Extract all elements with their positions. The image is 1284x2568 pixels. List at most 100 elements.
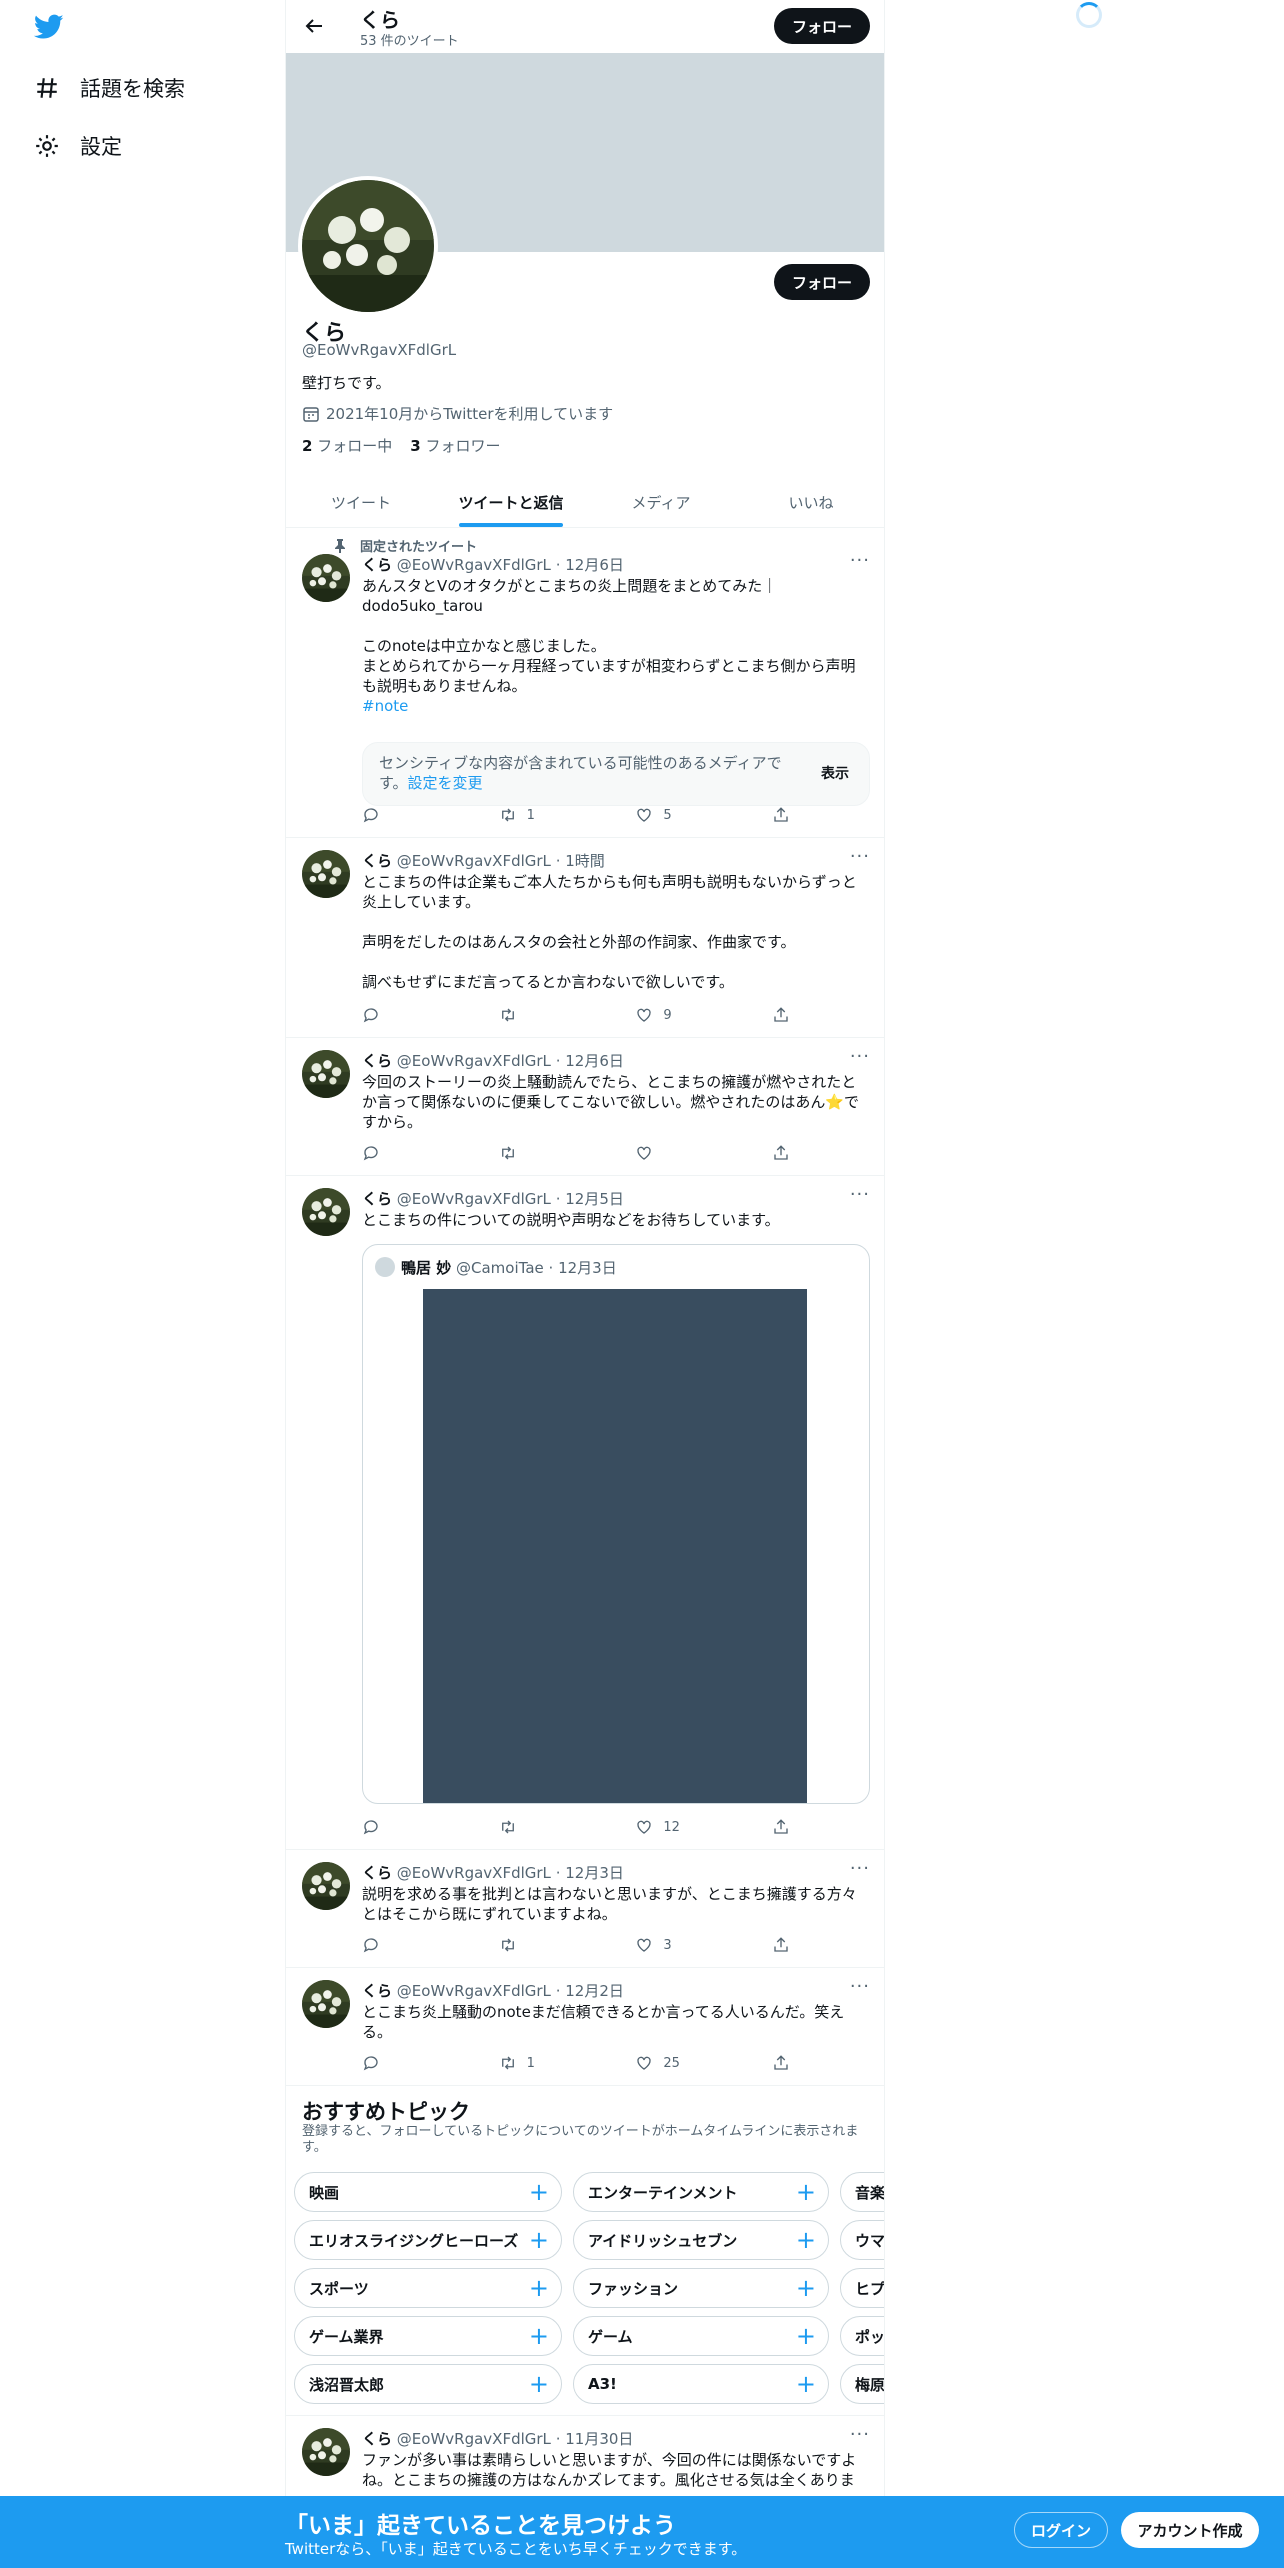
retweet-button[interactable]: 1 — [499, 806, 599, 824]
more-icon[interactable]: ··· — [850, 2424, 870, 2445]
like-button[interactable]: 25 — [635, 2054, 735, 2072]
show-media-button[interactable]: 表示 — [821, 763, 849, 783]
tab-media[interactable]: メディア — [586, 478, 736, 527]
tweet[interactable]: くら @EoWvRgavXFdlGrL · 12月6日 ··· 今回のストーリー… — [286, 1038, 884, 1176]
login-button[interactable]: ログイン — [1014, 2512, 1108, 2548]
share-button[interactable] — [772, 806, 802, 824]
author-handle[interactable]: @EoWvRgavXFdlGrL — [397, 852, 551, 870]
author-name[interactable]: くら — [362, 1190, 392, 1208]
reply-button[interactable] — [362, 1006, 462, 1024]
author-handle[interactable]: @EoWvRgavXFdlGrL — [397, 1864, 551, 1882]
avatar[interactable] — [302, 1188, 350, 1236]
avatar[interactable] — [302, 1980, 350, 2028]
topic-chip[interactable]: 梅原裕一郎 — [840, 2364, 884, 2404]
profile-follow-button[interactable]: フォロー — [774, 264, 870, 300]
author-name[interactable]: くら — [362, 852, 392, 870]
author-name[interactable]: くら — [362, 1982, 392, 2000]
like-button[interactable] — [635, 1144, 735, 1162]
tweet-with-quote[interactable]: くら @EoWvRgavXFdlGrL · 12月5日 ··· とこまちの件につ… — [286, 1176, 884, 1850]
tweet-pinned[interactable]: 固定されたツイート くら @EoWvRgavXFdlGrL · 12月6日 ··… — [286, 528, 884, 838]
more-icon[interactable]: ··· — [850, 1046, 870, 1067]
author-handle[interactable]: @EoWvRgavXFdlGrL — [397, 1190, 551, 1208]
retweet-button[interactable] — [499, 1006, 599, 1024]
more-icon[interactable]: ··· — [850, 1976, 870, 1997]
topic-chip[interactable]: 音楽ニュース — [840, 2172, 884, 2212]
tab-tweets[interactable]: ツイート — [286, 478, 436, 527]
author-handle[interactable]: @EoWvRgavXFdlGrL — [397, 2430, 551, 2448]
tweet[interactable]: くら @EoWvRgavXFdlGrL · 12月2日 ··· とこまち炎上騒動… — [286, 1968, 884, 2086]
author-handle[interactable]: @EoWvRgavXFdlGrL — [397, 556, 551, 574]
quoted-image[interactable] — [423, 1289, 807, 1803]
author-name[interactable]: くら — [362, 1052, 392, 1070]
more-icon[interactable]: ··· — [850, 846, 870, 867]
like-button[interactable]: 12 — [635, 1818, 735, 1836]
signup-button[interactable]: アカウント作成 — [1121, 2512, 1259, 2548]
hashtag-link[interactable]: #note — [362, 696, 870, 716]
topic-chip[interactable]: A3! + — [573, 2364, 829, 2404]
topic-chip[interactable]: 浅沼晋太郎 + — [294, 2364, 562, 2404]
tweet[interactable]: くら @EoWvRgavXFdlGrL · 1時間 ··· とこまちの件は企業も… — [286, 838, 884, 1038]
tweet[interactable]: くら @EoWvRgavXFdlGrL · 12月3日 ··· 説明を求める事を… — [286, 1850, 884, 1968]
topic-chip[interactable]: エンターテインメント + — [573, 2172, 829, 2212]
quoted-tweet[interactable]: 鴨居 妙 @CamoiTae · 12月3日 — [362, 1244, 870, 1804]
share-button[interactable] — [772, 2054, 802, 2072]
retweet-button[interactable] — [499, 1936, 599, 1954]
avatar[interactable] — [302, 554, 350, 602]
reply-button[interactable] — [362, 806, 462, 824]
tab-tweets-and-replies[interactable]: ツイートと返信 — [436, 478, 586, 527]
author-handle[interactable]: @EoWvRgavXFdlGrL — [397, 1052, 551, 1070]
nav-settings[interactable]: 設定 — [34, 131, 122, 161]
back-arrow-icon[interactable] — [302, 14, 326, 38]
like-button[interactable]: 5 — [635, 806, 735, 824]
topic-chip[interactable]: ヒプノシスマイク — [840, 2268, 884, 2308]
following-link[interactable]: 2 フォロー中 — [302, 435, 392, 456]
topic-chip[interactable]: アイドリッシュセブン + — [573, 2220, 829, 2260]
tweet-time[interactable]: 12月6日 — [565, 556, 624, 574]
retweet-button[interactable]: 1 — [499, 2054, 599, 2072]
tweet-time[interactable]: 1時間 — [565, 852, 605, 870]
topic-chip[interactable]: 映画 + — [294, 2172, 562, 2212]
reply-button[interactable] — [362, 1936, 462, 1954]
tweet-time[interactable]: 12月3日 — [565, 1864, 624, 1882]
followers-link[interactable]: 3 フォロワー — [410, 435, 500, 456]
more-icon[interactable]: ··· — [850, 550, 870, 571]
like-button[interactable]: 9 — [635, 1006, 735, 1024]
share-button[interactable] — [772, 1144, 802, 1162]
topic-chip[interactable]: ゲーム業界 + — [294, 2316, 562, 2356]
change-settings-link[interactable]: 設定を変更 — [408, 774, 483, 792]
profile-avatar[interactable] — [298, 176, 438, 316]
avatar[interactable] — [302, 850, 350, 898]
header-follow-button[interactable]: フォロー — [774, 8, 870, 44]
author-handle[interactable]: @EoWvRgavXFdlGrL — [397, 1982, 551, 2000]
share-button[interactable] — [772, 1006, 802, 1024]
share-button[interactable] — [772, 1936, 802, 1954]
tweet-time[interactable]: 12月6日 — [565, 1052, 624, 1070]
tab-likes[interactable]: いいね — [736, 478, 884, 527]
nav-explore[interactable]: 話題を検索 — [34, 73, 185, 103]
topic-chip[interactable]: エリオスライジングヒーローズ + — [294, 2220, 562, 2260]
reply-button[interactable] — [362, 1144, 462, 1162]
topic-chip[interactable]: ポップ — [840, 2316, 884, 2356]
avatar[interactable] — [302, 2428, 350, 2476]
retweet-button[interactable] — [499, 1818, 599, 1836]
like-button[interactable]: 3 — [635, 1936, 735, 1954]
reply-button[interactable] — [362, 1818, 462, 1836]
author-name[interactable]: くら — [362, 1864, 392, 1882]
twitter-logo-icon[interactable] — [34, 14, 64, 40]
share-button[interactable] — [772, 1818, 802, 1836]
topic-chip[interactable]: スポーツ + — [294, 2268, 562, 2308]
topic-chip[interactable]: ゲーム + — [573, 2316, 829, 2356]
author-name[interactable]: くら — [362, 556, 392, 574]
topic-chip[interactable]: ファッション + — [573, 2268, 829, 2308]
tweet-time[interactable]: 12月2日 — [565, 1982, 624, 2000]
tweet-time[interactable]: 11月30日 — [565, 2430, 633, 2448]
avatar[interactable] — [302, 1862, 350, 1910]
more-icon[interactable]: ··· — [850, 1184, 870, 1205]
retweet-button[interactable] — [499, 1144, 599, 1162]
author-name[interactable]: くら — [362, 2430, 392, 2448]
reply-button[interactable] — [362, 2054, 462, 2072]
avatar[interactable] — [302, 1050, 350, 1098]
tweet-time[interactable]: 12月5日 — [565, 1190, 624, 1208]
topic-chip[interactable]: ウマ娘 プリティーダービー — [840, 2220, 884, 2260]
more-icon[interactable]: ··· — [850, 1858, 870, 1879]
